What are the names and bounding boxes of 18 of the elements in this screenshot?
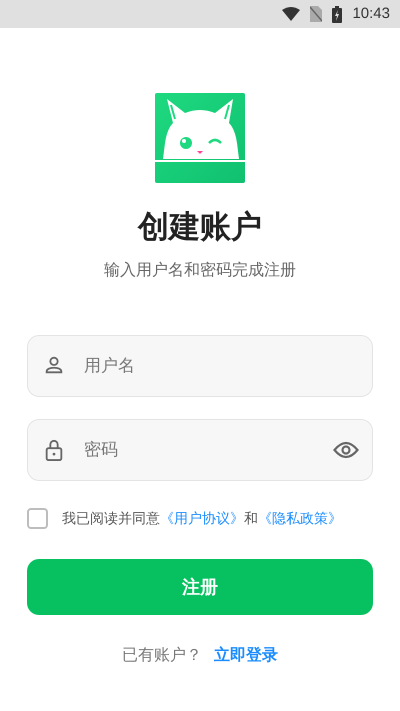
agree-checkbox[interactable] — [27, 508, 48, 529]
login-prompt: 已有账户？ — [122, 646, 202, 666]
user-agreement-link[interactable]: 《用户协议》 — [160, 510, 244, 526]
page-title: 创建账户 — [138, 208, 262, 246]
lock-icon — [43, 438, 65, 462]
login-link[interactable]: 立即登录 — [214, 644, 278, 668]
username-field[interactable]: 用户名 — [27, 335, 373, 397]
eye-icon[interactable] — [333, 441, 359, 459]
password-field[interactable]: 密码 — [27, 419, 373, 481]
agreement-text: 我已阅读并同意《用户协议》和《隐私政策》 — [62, 509, 342, 528]
battery-charging-icon — [332, 6, 342, 22]
status-time: 10:43 — [352, 4, 390, 24]
page-subtitle: 输入用户名和密码完成注册 — [104, 260, 296, 281]
wifi-icon — [282, 7, 300, 21]
no-sim-icon — [310, 6, 322, 22]
person-icon — [43, 354, 65, 376]
register-button[interactable]: 注册 — [27, 559, 373, 615]
privacy-policy-link[interactable]: 《隐私政策》 — [258, 510, 342, 526]
